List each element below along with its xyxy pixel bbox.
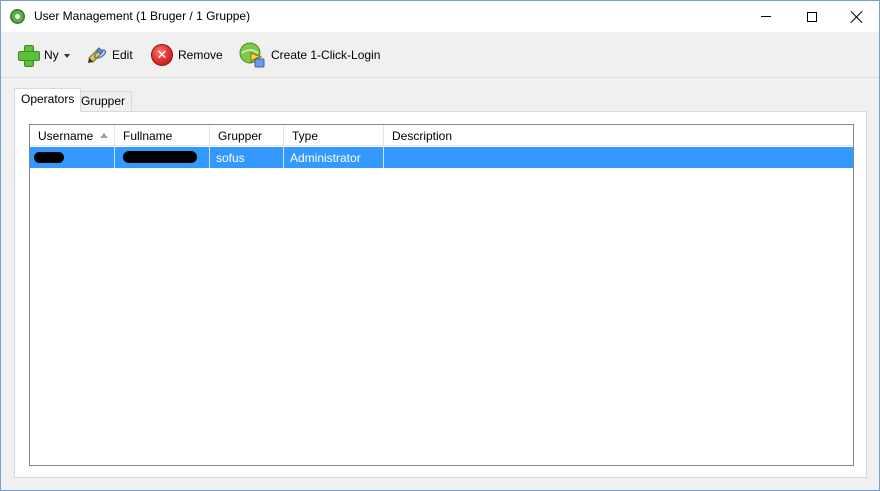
close-icon [851,11,863,23]
column-header-type[interactable]: Type [284,125,384,146]
column-header-description[interactable]: Description [384,125,853,146]
edit-button-label: Edit [112,48,133,62]
app-icon [10,9,25,24]
redaction-mark [123,151,197,163]
list-header: Username Fullname Grupper Type Descripti… [30,125,853,146]
user-management-window: User Management (1 Bruger / 1 Gruppe) Ny… [0,0,880,491]
window-title: User Management (1 Bruger / 1 Gruppe) [34,9,251,23]
plus-icon [17,44,40,67]
dropdown-arrow-icon[interactable] [63,53,70,58]
minimize-button[interactable] [743,1,789,32]
cell-fullname [115,147,210,168]
new-button[interactable]: Ny [17,40,70,70]
title-bar: User Management (1 Bruger / 1 Gruppe) [1,1,879,32]
create-1-click-login-label: Create 1-Click-Login [271,48,381,62]
sort-ascending-icon [100,133,108,138]
operators-tab-panel: Username Fullname Grupper Type Descripti… [14,111,867,478]
table-row[interactable]: sofus Administrator [30,147,853,168]
cell-username [30,147,115,168]
remove-button-label: Remove [178,48,223,62]
column-header-grupper[interactable]: Grupper [210,125,284,146]
column-header-username[interactable]: Username [30,125,115,146]
maximize-icon [807,11,817,22]
redaction-mark [34,152,64,163]
tab-grupper[interactable]: Grupper [74,91,133,111]
edit-pencil-icon [88,47,107,63]
cell-grupper: sofus [210,147,284,168]
cell-description [384,147,853,168]
one-click-login-icon [239,42,265,68]
minimize-icon [761,16,771,17]
create-1-click-login-button[interactable]: Create 1-Click-Login [238,40,380,70]
close-button[interactable] [834,1,880,32]
column-header-fullname[interactable]: Fullname [115,125,210,146]
cell-type: Administrator [284,147,384,168]
maximize-button[interactable] [789,1,835,32]
tab-operators[interactable]: Operators [14,88,82,112]
toolbar: Ny Edit ✕ Remove Create 1-Click-Login [1,32,879,78]
edit-button[interactable]: Edit [85,40,133,70]
column-header-username-label: Username [38,129,94,143]
remove-button[interactable]: ✕ Remove [151,40,223,70]
operators-list[interactable]: Username Fullname Grupper Type Descripti… [29,124,854,466]
new-button-label: Ny [44,48,59,62]
remove-x-icon: ✕ [151,44,173,66]
